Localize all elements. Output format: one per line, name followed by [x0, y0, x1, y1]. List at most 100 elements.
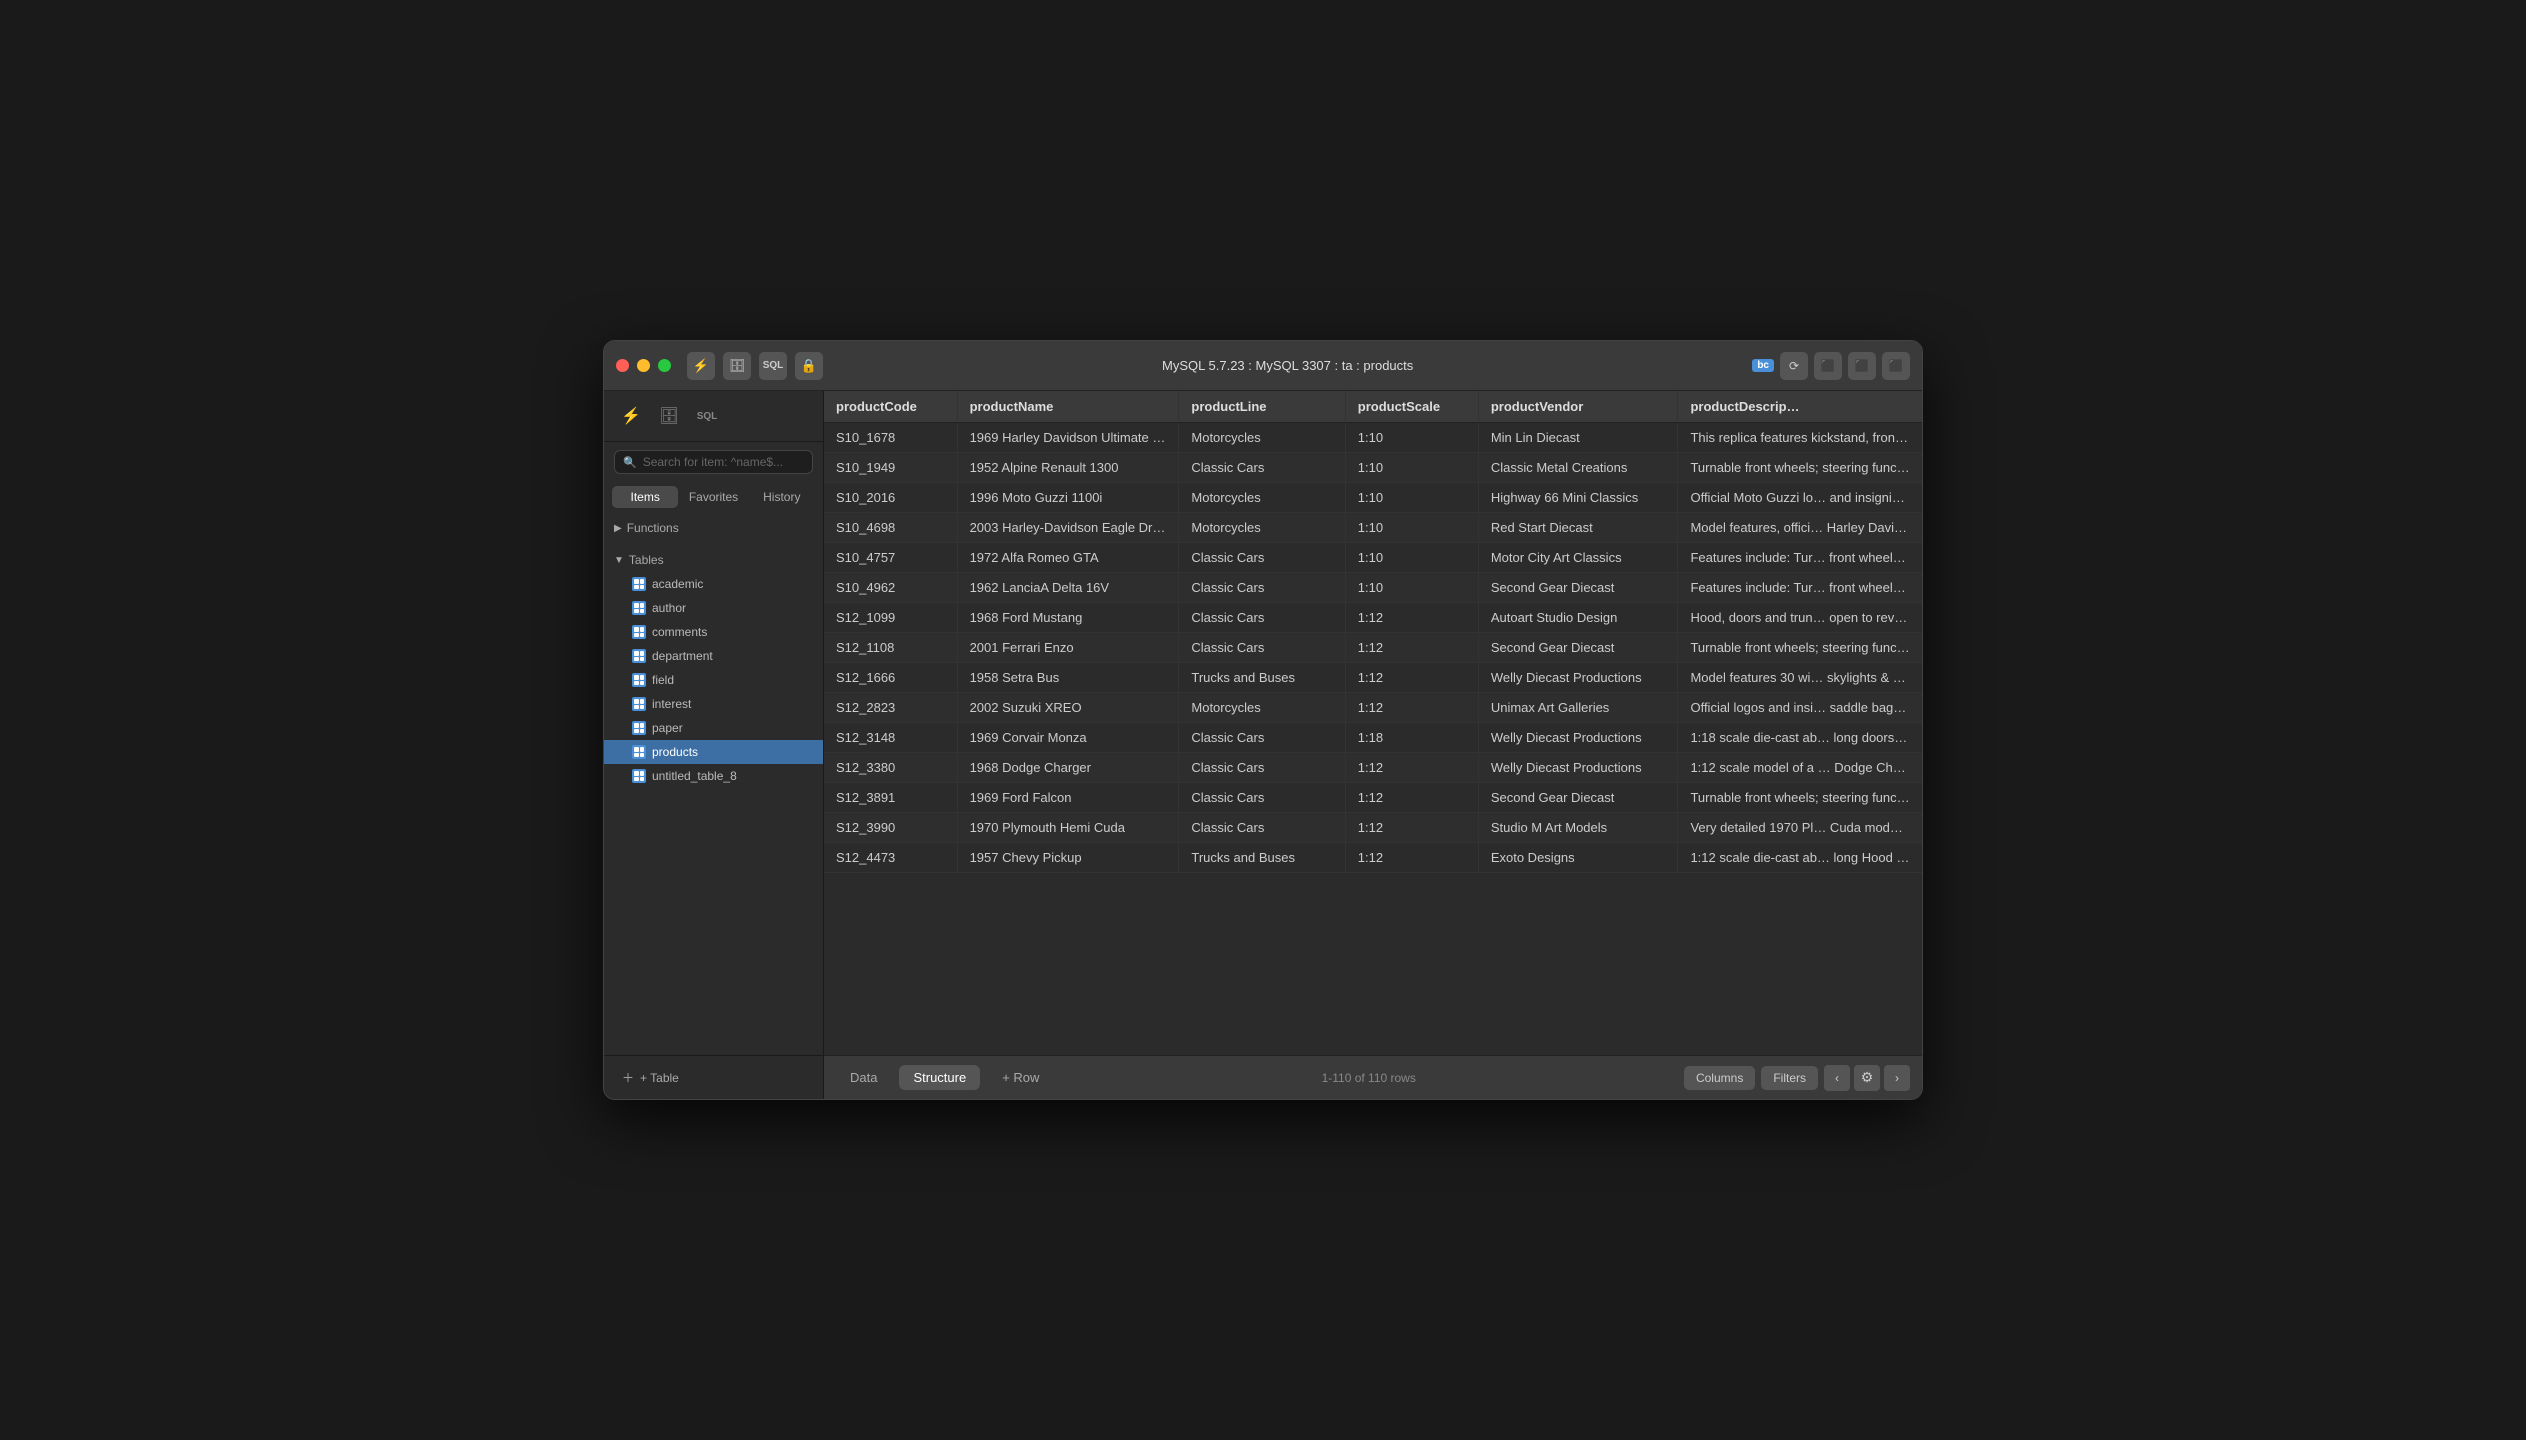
lightning-icon[interactable]: ⚡: [687, 352, 715, 380]
cell-productline: Classic Cars: [1179, 813, 1345, 843]
sidebar-item-label-products: products: [652, 745, 698, 759]
table-row[interactable]: S12_38911969 Ford FalconClassic Cars1:12…: [824, 783, 1922, 813]
cell-productvendor: Studio M Art Models: [1478, 813, 1678, 843]
table-wrapper[interactable]: productCode productName productLine prod…: [824, 391, 1922, 1055]
sidebar-item-label-department: department: [652, 649, 713, 663]
table-row[interactable]: S10_49621962 LanciaA Delta 16VClassic Ca…: [824, 573, 1922, 603]
layout-icon-2[interactable]: ⬛: [1848, 352, 1876, 380]
table-row[interactable]: S10_16781969 Harley Davidson Ultimate Ch…: [824, 423, 1922, 453]
filters-button[interactable]: Filters: [1761, 1066, 1818, 1090]
data-table: productCode productName productLine prod…: [824, 391, 1922, 873]
layout-icon-3[interactable]: ⬛: [1882, 352, 1910, 380]
cell-productname: 1970 Plymouth Hemi Cuda: [957, 813, 1179, 843]
layout-icon-1[interactable]: ⬛: [1814, 352, 1842, 380]
table-row[interactable]: S12_33801968 Dodge ChargerClassic Cars1:…: [824, 753, 1922, 783]
table-row[interactable]: S10_46982003 Harley-Davidson Eagle Drag …: [824, 513, 1922, 543]
col-header-productscale[interactable]: productScale: [1345, 391, 1478, 423]
version-badge: bc: [1752, 359, 1774, 372]
add-table-button[interactable]: ＋ + Table: [614, 1064, 813, 1091]
sidebar-item-interest[interactable]: interest: [604, 692, 823, 716]
table-row[interactable]: S10_20161996 Moto Guzzi 1100iMotorcycles…: [824, 483, 1922, 513]
table-icon-field: [632, 673, 646, 687]
tab-history[interactable]: History: [749, 486, 815, 508]
cell-productscale: 1:10: [1345, 513, 1478, 543]
prev-page-button[interactable]: ‹: [1824, 1065, 1850, 1091]
table-row[interactable]: S10_19491952 Alpine Renault 1300 Classic …: [824, 453, 1922, 483]
sidebar-sql-icon[interactable]: SQL: [692, 401, 722, 431]
table-row[interactable]: S12_10991968 Ford MustangClassic Cars1:1…: [824, 603, 1922, 633]
functions-section: ▶ Functions: [604, 512, 823, 544]
database-icon[interactable]: 🗄: [723, 352, 751, 380]
cell-productvendor: Second Gear Diecast: [1478, 783, 1678, 813]
sidebar-item-department[interactable]: department: [604, 644, 823, 668]
minimize-button[interactable]: [637, 359, 650, 372]
main-content: ⚡ 🗄 SQL 🔍 Items Favorites History ▶ Func…: [604, 391, 1922, 1099]
tab-items[interactable]: Items: [612, 486, 678, 508]
cell-productline: Motorcycles: [1179, 423, 1345, 453]
search-box[interactable]: 🔍: [614, 450, 813, 474]
table-row[interactable]: S12_11082001 Ferrari EnzoClassic Cars1:1…: [824, 633, 1922, 663]
cell-productcode: S10_1949: [824, 453, 957, 483]
cell-productline: Trucks and Buses: [1179, 843, 1345, 873]
table-row[interactable]: S12_16661958 Setra BusTrucks and Buses1:…: [824, 663, 1922, 693]
col-header-productvendor[interactable]: productVendor: [1478, 391, 1678, 423]
sidebar-item-academic[interactable]: academic: [604, 572, 823, 596]
lock-icon[interactable]: 🔒: [795, 352, 823, 380]
sidebar-top-icons: ⚡ 🗄 SQL: [604, 391, 823, 442]
cell-productcode: S12_2823: [824, 693, 957, 723]
sidebar-item-products[interactable]: products: [604, 740, 823, 764]
col-header-productname[interactable]: productName: [957, 391, 1179, 423]
cell-productdescription: 1:12 scale die-cast ab… long Hood opens,…: [1678, 843, 1922, 873]
maximize-button[interactable]: [658, 359, 671, 372]
sidebar-item-comments[interactable]: comments: [604, 620, 823, 644]
sidebar-item-author[interactable]: author: [604, 596, 823, 620]
cell-productdescription: Official Moto Guzzi lo… and insignias, s…: [1678, 483, 1922, 513]
col-header-productline[interactable]: productLine: [1179, 391, 1345, 423]
tab-structure[interactable]: Structure: [899, 1065, 980, 1090]
table-row[interactable]: S12_28232002 Suzuki XREOMotorcycles1:12U…: [824, 693, 1922, 723]
search-input[interactable]: [643, 455, 804, 469]
tab-favorites[interactable]: Favorites: [680, 486, 746, 508]
sql-icon[interactable]: SQL: [759, 352, 787, 380]
next-page-button[interactable]: ›: [1884, 1065, 1910, 1091]
sidebar-database-icon[interactable]: 🗄: [654, 401, 684, 431]
settings-button[interactable]: ⚙: [1854, 1065, 1880, 1091]
table-icon-products: [632, 745, 646, 759]
tables-section: ▼ Tables academic author: [604, 544, 823, 792]
table-row[interactable]: S12_44731957 Chevy PickupTrucks and Buse…: [824, 843, 1922, 873]
columns-button[interactable]: Columns: [1684, 1066, 1755, 1090]
close-button[interactable]: [616, 359, 629, 372]
cell-productvendor: Classic Metal Creations: [1478, 453, 1678, 483]
tables-section-header[interactable]: ▼ Tables: [604, 548, 823, 572]
cell-productname: 1952 Alpine Renault 1300: [957, 453, 1179, 483]
cell-productdescription: Turnable front wheels; steering function…: [1678, 453, 1922, 483]
table-header-row: productCode productName productLine prod…: [824, 391, 1922, 423]
cell-productcode: S12_3990: [824, 813, 957, 843]
sidebar-item-untitled[interactable]: untitled_table_8: [604, 764, 823, 788]
cell-productline: Classic Cars: [1179, 723, 1345, 753]
cell-productvendor: Min Lin Diecast: [1478, 423, 1678, 453]
sidebar-item-field[interactable]: field: [604, 668, 823, 692]
tab-data[interactable]: Data: [836, 1065, 891, 1090]
refresh-icon[interactable]: ⟳: [1780, 352, 1808, 380]
functions-section-header[interactable]: ▶ Functions: [604, 516, 823, 540]
add-row-button[interactable]: + Row: [988, 1065, 1053, 1090]
table-row[interactable]: S10_47571972 Alfa Romeo GTAClassic Cars1…: [824, 543, 1922, 573]
sidebar-lightning-icon[interactable]: ⚡: [616, 401, 646, 431]
main-window: ⚡ 🗄 SQL 🔒 MySQL 5.7.23 : MySQL 3307 : ta…: [603, 340, 1923, 1100]
sidebar-item-paper[interactable]: paper: [604, 716, 823, 740]
sidebar-item-label-paper: paper: [652, 721, 683, 735]
table-row[interactable]: S12_39901970 Plymouth Hemi CudaClassic C…: [824, 813, 1922, 843]
col-header-productdesc[interactable]: productDescrip…: [1678, 391, 1922, 423]
cell-productcode: S12_4473: [824, 843, 957, 873]
cell-productline: Trucks and Buses: [1179, 663, 1345, 693]
table-icon-department: [632, 649, 646, 663]
table-row[interactable]: S12_31481969 Corvair MonzaClassic Cars1:…: [824, 723, 1922, 753]
cell-productdescription: Features include: Tur… front wheels; ste…: [1678, 573, 1922, 603]
cell-productdescription: 1:12 scale model of a … Dodge Charger. H…: [1678, 753, 1922, 783]
cell-productdescription: 1:18 scale die-cast ab… long doors open,…: [1678, 723, 1922, 753]
col-header-productcode[interactable]: productCode: [824, 391, 957, 423]
cell-productscale: 1:18: [1345, 723, 1478, 753]
table-icon-academic: [632, 577, 646, 591]
window-title: MySQL 5.7.23 : MySQL 3307 : ta : product…: [831, 358, 1744, 373]
